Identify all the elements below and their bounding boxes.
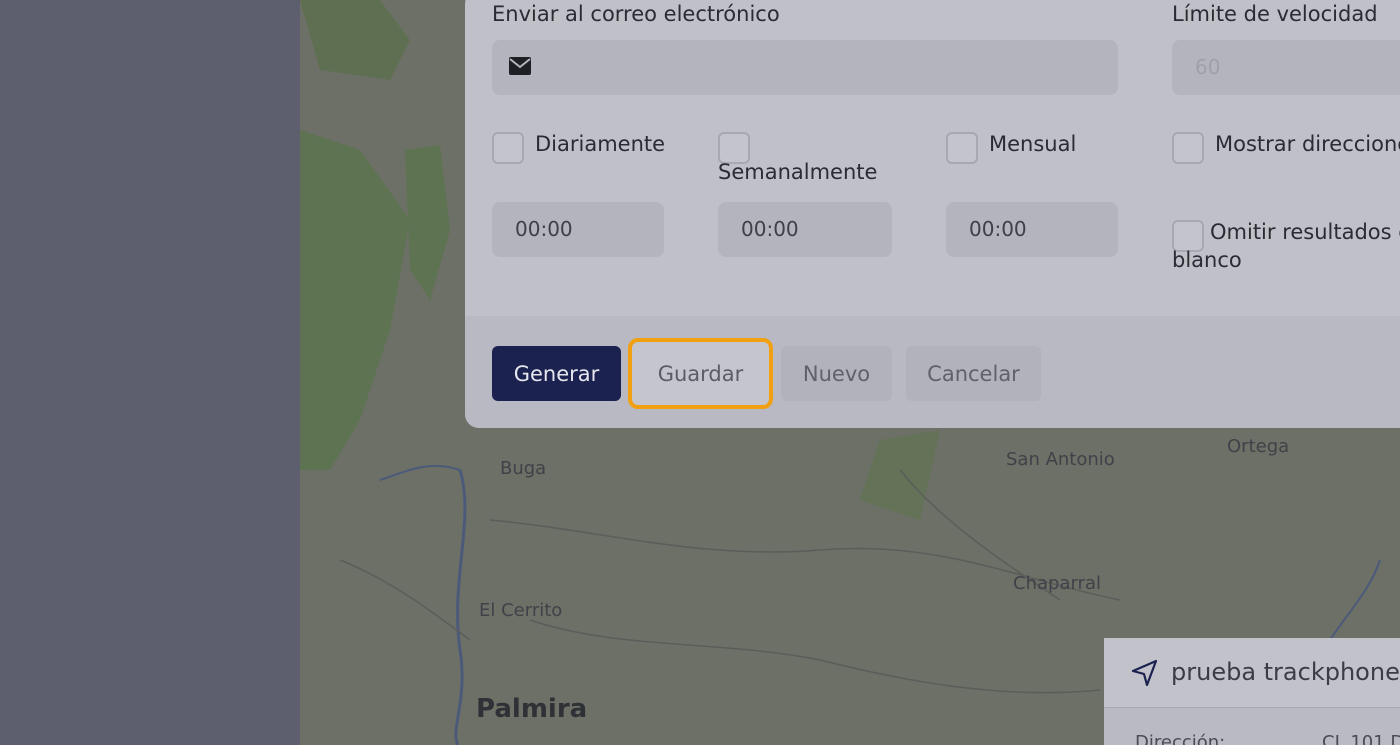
vehicle-info-card[interactable]: prueba trackphone Dirección: CL 101 D (1104, 638, 1400, 745)
monthly-time-value: 00:00 (969, 217, 1027, 241)
city-label: Buga (500, 458, 547, 479)
weekly-time-input[interactable]: 00:00 (718, 202, 892, 257)
city-label: Ortega (1227, 436, 1290, 457)
monthly-checkbox[interactable] (946, 132, 978, 164)
show-addresses-checkbox[interactable] (1172, 132, 1204, 164)
omit-blank-label: Omitir resultados en (1210, 220, 1400, 244)
navigation-arrow-icon (1130, 658, 1160, 688)
monthly-time-input[interactable]: 00:00 (946, 202, 1118, 257)
city-label: San Antonio (1006, 449, 1115, 470)
daily-time-input[interactable]: 00:00 (492, 202, 664, 257)
city-label: Chaparral (1013, 573, 1101, 594)
report-modal: Enviar al correo electrónico Límite de v… (465, 0, 1400, 428)
daily-time-value: 00:00 (515, 217, 573, 241)
daily-checkbox[interactable] (492, 132, 524, 164)
monthly-label: Mensual (989, 132, 1077, 156)
email-input[interactable] (492, 40, 1118, 95)
cancel-button[interactable]: Cancelar (906, 346, 1041, 401)
new-button[interactable]: Nuevo (781, 346, 892, 401)
daily-label: Diariamente (535, 132, 666, 156)
envelope-icon (509, 57, 531, 79)
weekly-label: Semanalmente (718, 160, 878, 184)
weekly-time-value: 00:00 (741, 217, 799, 241)
generate-button[interactable]: Generar (492, 346, 621, 401)
address-value: CL 101 D (1322, 732, 1400, 745)
speed-limit-placeholder: 60 (1195, 55, 1221, 79)
modal-footer: Generar Guardar Nuevo Cancelar (465, 316, 1400, 428)
city-label: El Cerrito (479, 600, 563, 621)
save-button[interactable]: Guardar (628, 338, 773, 409)
address-label: Dirección: (1135, 732, 1226, 745)
speed-limit-input[interactable]: 60 (1172, 40, 1400, 95)
email-label: Enviar al correo electrónico (492, 2, 780, 26)
city-label: Palmira (476, 694, 588, 724)
omit-blank-label-continued: blanco (1172, 248, 1242, 272)
vehicle-card-header: prueba trackphone (1104, 638, 1400, 708)
sidebar-overlay (0, 0, 300, 745)
speed-limit-label: Límite de velocidad (1172, 2, 1378, 26)
show-addresses-label: Mostrar direcciones (1215, 132, 1400, 156)
vehicle-name: prueba trackphone (1171, 658, 1400, 686)
